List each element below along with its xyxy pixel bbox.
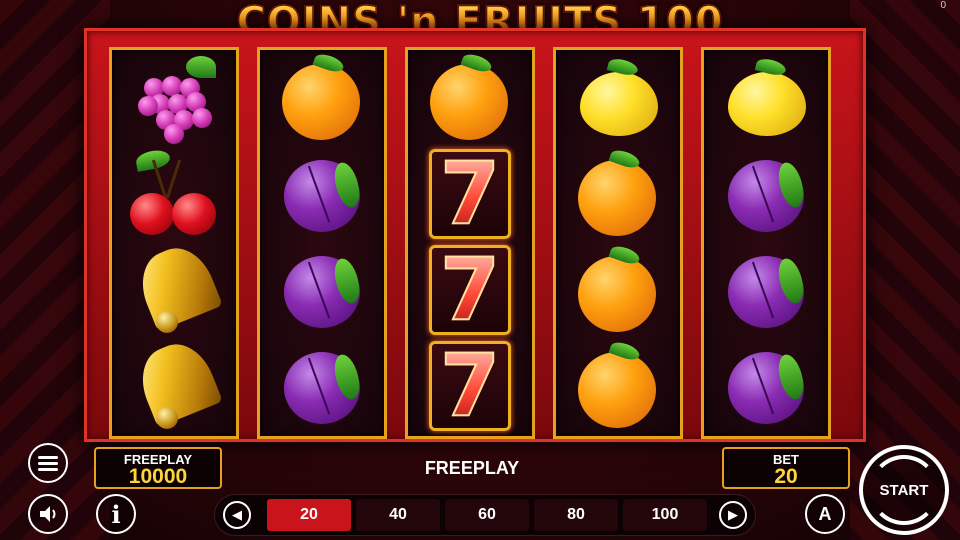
reel-2: [257, 47, 387, 439]
reel-cell: [704, 338, 828, 434]
reel-cell: 7: [408, 242, 532, 338]
seven-symbol: 7: [429, 245, 511, 335]
plum-symbol: [724, 248, 808, 332]
seven-glyph: 7: [439, 240, 501, 340]
status-message: FREEPLAY: [424, 458, 520, 478]
bell-symbol: [128, 238, 223, 335]
bet-prev-button[interactable]: ◀: [223, 501, 251, 529]
reel-cell: [112, 334, 236, 434]
plum-symbol: [724, 152, 808, 236]
bet-option-60[interactable]: 60: [445, 499, 529, 531]
bet-selector: ◀ ▶ 20 40 60 80 100: [214, 494, 756, 536]
reel-1: [109, 47, 239, 439]
reel-cell: [704, 242, 828, 338]
seven-symbol: 7: [429, 341, 511, 431]
lemon-symbol: [576, 56, 660, 140]
bet-option-100[interactable]: 100: [623, 499, 707, 531]
plum-symbol: [280, 248, 364, 332]
reel-3: 777: [405, 47, 535, 439]
bell-symbol: [128, 334, 223, 431]
reel-cell: 7: [408, 146, 532, 242]
reel-cell: [556, 50, 680, 146]
orange-symbol: [428, 51, 512, 140]
reel-cell: [112, 50, 236, 146]
reel-cell: [112, 146, 236, 242]
autoplay-button[interactable]: A: [805, 494, 845, 534]
balance-panel: FREEPLAY 10000: [94, 447, 222, 489]
reel-cell: [704, 146, 828, 242]
cherries-symbol: [128, 148, 220, 237]
sound-button[interactable]: [28, 494, 68, 534]
menu-icon: [38, 453, 58, 474]
seven-glyph: 7: [439, 144, 501, 244]
orange-symbol: [576, 339, 660, 428]
bet-value: 20: [774, 465, 798, 488]
start-button[interactable]: START: [859, 445, 949, 535]
plum-symbol: [280, 152, 364, 236]
bet-panel: BET 20: [722, 447, 850, 489]
reel-cell: [556, 146, 680, 242]
reel-cell: [408, 50, 532, 146]
reel-cell: [556, 338, 680, 434]
seven-glyph: 7: [439, 336, 501, 436]
chevron-right-icon: ▶: [728, 507, 738, 522]
lemon-symbol: [724, 56, 808, 140]
orange-symbol: [576, 243, 660, 332]
reel-frame: 777: [84, 28, 866, 442]
reel-4: [553, 47, 683, 439]
reel-cell: [260, 50, 384, 146]
orange-symbol: [576, 147, 660, 236]
plum-symbol: [280, 344, 364, 428]
sound-icon: [40, 506, 56, 522]
reel-5: [701, 47, 831, 439]
reel-cell: [556, 242, 680, 338]
reel-cell: [704, 50, 828, 146]
info-button[interactable]: i: [96, 494, 136, 534]
plum-symbol: [724, 344, 808, 428]
balance-value: 10000: [128, 465, 188, 488]
reel-cell: [112, 238, 236, 338]
reel-cell: [260, 242, 384, 338]
bet-next-button[interactable]: ▶: [719, 501, 747, 529]
bet-option-80[interactable]: 80: [534, 499, 618, 531]
grapes-symbol: [128, 52, 220, 144]
start-label: START: [879, 481, 929, 499]
orange-symbol: [280, 51, 364, 140]
reel-cell: 7: [408, 338, 532, 434]
bet-option-40[interactable]: 40: [356, 499, 440, 531]
bet-option-20[interactable]: 20: [267, 499, 351, 531]
autoplay-icon: A: [818, 503, 832, 524]
reel-cell: [260, 146, 384, 242]
info-icon: i: [111, 499, 121, 529]
reel-cell: [260, 338, 384, 434]
seven-symbol: 7: [429, 149, 511, 239]
chevron-left-icon: ◀: [232, 507, 242, 522]
menu-button[interactable]: [28, 443, 68, 483]
